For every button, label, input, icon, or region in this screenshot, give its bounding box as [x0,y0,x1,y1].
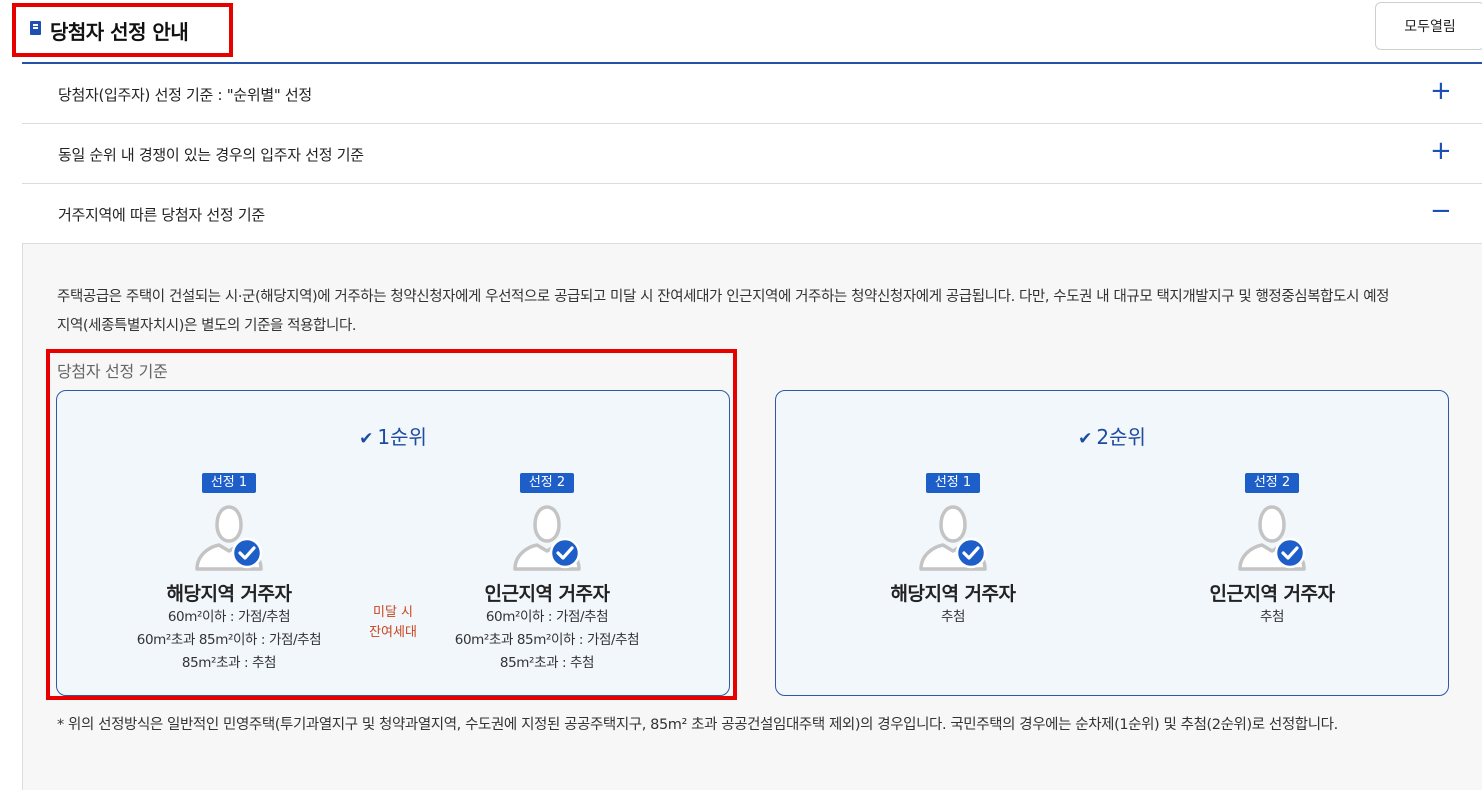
criteria-line: 60m²초과 85m²이하 : 가점/추첨 [454,632,640,648]
accordion-item-same-rank-competition[interactable]: 동일 순위 내 경쟁이 있는 경우의 입주자 선정 기준 + [22,124,1482,184]
selection-badge: 선정 2 [1244,473,1300,493]
user-check-icon [507,501,587,573]
section-label: 당첨자 선정 기준 [57,362,168,381]
resident-type: 해당지역 거주자 [890,583,1016,605]
criteria-line: 60m²이하 : 가점/추첨 [167,609,291,625]
criteria-line: 60m²이하 : 가점/추첨 [485,609,609,625]
rank-title: ✔ 1순위 [359,425,427,449]
resident-type: 인근지역 거주자 [484,583,610,605]
criteria-line: 추첨 [940,609,966,625]
accordion-item-label: 거주지역에 따른 당첨자 선정 기준 [58,206,265,224]
accordion-item-residence-area[interactable]: 거주지역에 따른 당첨자 선정 기준 − [22,184,1482,244]
plus-icon[interactable]: + [1430,78,1452,104]
criteria-line: 60m²초과 85m²이하 : 가점/추첨 [136,632,322,648]
resident-type: 해당지역 거주자 [166,583,292,605]
selection-column: 선정 1 해당지역 거주자 60m²이하 : 가점/추첨 60m²초과 85m²… [99,471,359,675]
page-title-highlight: 당첨자 선정 안내 [12,3,233,57]
rank-card-second: ✔ 2순위 선정 1 해당지역 거주자 추첨 선정 2 인근지역 거주자 추첨 [775,390,1449,696]
book-icon [30,21,41,35]
expand-all-button[interactable]: 모두열림 [1375,2,1482,50]
accordion-item-selection-by-rank[interactable]: 당첨자(입주자) 선정 기준 : "순위별" 선정 + [22,64,1482,124]
criteria-line: 추첨 [1259,609,1285,625]
accordion-item-label: 동일 순위 내 경쟁이 있는 경우의 입주자 선정 기준 [58,146,364,164]
page-title: 당첨자 선정 안내 [50,20,189,44]
selection-badge: 선정 1 [201,473,257,493]
rank-title: ✔ 2순위 [1078,425,1146,449]
selection-badge: 선정 2 [519,473,575,493]
panel-intro-text: 주택공급은 주택이 건설되는 시·군(해당지역)에 거주하는 청약신청자에게 우… [57,289,1390,334]
user-check-icon [1232,501,1312,573]
rank-card-first: ✔ 1순위 선정 1 해당지역 거주자 60m²이하 : 가점/추첨 60m²초과… [56,390,730,696]
resident-type: 인근지역 거주자 [1209,583,1335,605]
criteria-line: 85m²초과 : 추첨 [181,655,277,671]
check-icon: ✔ [1078,429,1093,449]
selection-column: 선정 1 해당지역 거주자 추첨 [823,471,1083,629]
minus-icon[interactable]: − [1430,198,1452,224]
check-icon: ✔ [359,429,374,449]
plus-icon[interactable]: + [1430,138,1452,164]
criteria-line: 85m²초과 : 추첨 [499,655,595,671]
selection-column: 선정 2 인근지역 거주자 60m²이하 : 가점/추첨 60m²초과 85m²… [417,471,677,675]
footnote-text: * 위의 선정방식은 일반적인 민영주택(투기과열지구 및 청약과열지역, 수도… [57,717,1338,733]
user-check-icon [189,501,269,573]
user-check-icon [913,501,993,573]
selection-column: 선정 2 인근지역 거주자 추첨 [1142,471,1402,629]
selection-badge: 선정 1 [925,473,981,493]
accordion-item-label: 당첨자(입주자) 선정 기준 : "순위별" 선정 [58,86,312,104]
